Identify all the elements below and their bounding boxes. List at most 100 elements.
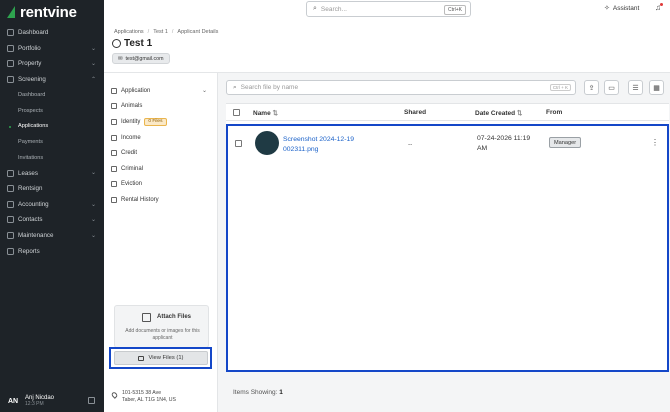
sidebar-sub-invitations[interactable]: Invitations [0, 150, 104, 166]
table-footer: Items Showing: 1 [226, 383, 669, 412]
chevron-down-icon: ⌄ [201, 88, 207, 94]
sidebar-sub-dashboard[interactable]: Dashboard [0, 87, 104, 103]
chevron-down-icon: ⌄ [90, 170, 96, 177]
file-search-shortcut: Ctrl + K [549, 84, 571, 91]
chevron-down-icon: ⌄ [90, 232, 96, 239]
paw-icon [111, 103, 117, 110]
portfolio-icon [7, 44, 14, 52]
collapse-sidebar-icon[interactable] [88, 397, 95, 404]
sidebar-sub-prospects[interactable]: Prospects [0, 103, 104, 119]
column-shared: Shared [404, 109, 427, 116]
breadcrumb-separator: / [147, 29, 150, 35]
applicant-section-panel: Application ⌄ Animals Identity 0 Files Inc… [104, 73, 217, 412]
sidebar-item-rentsign[interactable]: Rentsign [0, 181, 104, 197]
table-row[interactable]: Screenshot 2024-12-19 002311.png -- 07-2… [228, 126, 667, 166]
property-address: 101-5315 38 Ave Taber, AL T1G 1N4, US [110, 390, 176, 404]
attach-files-card[interactable]: Attach Files Add documents or images for… [114, 305, 209, 348]
brand-logo[interactable]: rentvine [7, 4, 77, 21]
menu-item-identity[interactable]: Identity 0 Files [111, 114, 211, 130]
global-search-input[interactable]: ⌕ Search... Ctrl+K [306, 1, 471, 17]
breadcrumb: Applications / Test 1/Applicant Details [114, 29, 218, 35]
rentvine-logo-icon [7, 6, 19, 18]
address-line-2: Taber, AL T1G 1N4, US [122, 397, 176, 403]
menu-item-application[interactable]: Application ⌄ [111, 83, 211, 99]
view-files-button[interactable]: View Files (1) [114, 351, 208, 365]
select-all-checkbox[interactable] [233, 109, 240, 116]
chevron-up-icon: ⌃ [90, 76, 96, 83]
column-name[interactable]: Name ⇅ [253, 109, 278, 117]
file-date: 07-24-2026 11:19 AM [477, 135, 531, 152]
rentsign-icon [7, 185, 14, 193]
grid-view-button[interactable]: ▦ [649, 80, 664, 95]
view-files-highlight: View Files (1) [109, 347, 212, 369]
sidebar-item-screening[interactable]: Screening ⌃ [0, 72, 104, 88]
search-shortcut: Ctrl+K [443, 4, 466, 15]
files-panel: ⌕ Search file by name Ctrl + K ⇪ ▭ ☰ ▦ N… [217, 73, 670, 412]
menu-item-rental-history[interactable]: Rental History [111, 192, 211, 208]
file-search-placeholder: Search file by name [240, 84, 299, 91]
chevron-down-icon: ⌄ [90, 61, 96, 68]
table-header: Name ⇅ Shared Date Created ⇅ From [226, 104, 669, 121]
notification-dot [660, 3, 663, 6]
person-icon [112, 39, 121, 48]
sidebar-item-accounting[interactable]: Accounting ⌄ [0, 197, 104, 213]
menu-item-income[interactable]: Income [111, 130, 211, 146]
sidebar-sub-applications[interactable]: Applications [0, 119, 104, 135]
more-options-icon[interactable]: ⋮ [651, 138, 659, 147]
email-chip[interactable]: ✉ test@gmail.com [112, 53, 170, 64]
column-date-created[interactable]: Date Created ⇅ [475, 109, 522, 117]
folder-button[interactable]: ▭ [604, 80, 619, 95]
upload-icon: ⇪ [588, 84, 595, 92]
menu-item-eviction[interactable]: Eviction [111, 177, 211, 193]
sidebar-item-dashboard[interactable]: Dashboard [0, 25, 104, 41]
breadcrumb-applications[interactable]: Applications [114, 29, 144, 35]
user-info: Anj Nicdao 12:3 PM [25, 395, 54, 407]
mail-icon: ✉ [118, 55, 123, 62]
avatar: AN [7, 397, 19, 405]
menu-item-criminal[interactable]: Criminal [111, 161, 211, 177]
page-title: Test 1 [112, 38, 152, 49]
folder-icon [138, 355, 145, 361]
files-table: Name ⇅ Shared Date Created ⇅ From Screen… [226, 103, 669, 372]
menu-item-credit[interactable]: Credit [111, 145, 211, 161]
upload-icon [142, 313, 151, 322]
file-row-highlight: Screenshot 2024-12-19 002311.png -- 07-2… [226, 124, 669, 372]
sidebar-item-reports[interactable]: Reports [0, 243, 104, 259]
global-search-placeholder: Search... [320, 5, 347, 13]
rental-history-icon [111, 196, 117, 203]
sidebar-item-maintenance[interactable]: Maintenance ⌄ [0, 228, 104, 244]
breadcrumb-current: Applicant Details [177, 29, 219, 35]
assistant-button[interactable]: ✧ Assistant [604, 4, 639, 13]
sort-icon: ⇅ [272, 110, 278, 117]
location-pin-icon [110, 391, 119, 399]
file-name-link[interactable]: Screenshot 2024-12-19 002311.png [283, 135, 373, 155]
sidebar-item-property[interactable]: Property ⌄ [0, 56, 104, 72]
sidebar-item-leases[interactable]: Leases ⌄ [0, 165, 104, 181]
file-thumbnail [255, 131, 279, 155]
contacts-icon [7, 216, 14, 224]
chevron-down-icon: ⌄ [90, 45, 96, 52]
sidebar-sub-payments[interactable]: Payments [0, 134, 104, 150]
search-icon: ⌕ [233, 83, 237, 91]
accounting-icon [7, 200, 14, 208]
chevron-down-icon: ⌄ [90, 201, 96, 208]
file-search-input[interactable]: ⌕ Search file by name Ctrl + K [226, 80, 576, 95]
sidebar-item-contacts[interactable]: Contacts ⌄ [0, 212, 104, 228]
email-text: test@gmail.com [125, 55, 164, 62]
id-card-icon [111, 118, 117, 125]
criminal-icon [111, 165, 117, 172]
row-checkbox[interactable] [235, 140, 242, 147]
applicant-menu: Application ⌄ Animals Identity 0 Files Inc… [111, 83, 211, 208]
list-view-button[interactable]: ☰ [628, 80, 643, 95]
address-lines: 101-5315 38 Ave Taber, AL T1G 1N4, US [122, 390, 176, 404]
user-profile[interactable]: AN Anj Nicdao 12:3 PM [0, 390, 104, 412]
application-icon [111, 87, 117, 94]
sidebar-item-portfolio[interactable]: Portfolio ⌄ [0, 41, 104, 57]
upload-button[interactable]: ⇪ [584, 80, 599, 95]
address-line-1: 101-5315 38 Ave [122, 390, 162, 396]
page-title-text: Test 1 [124, 38, 153, 49]
breadcrumb-test1[interactable]: Test 1 [153, 29, 168, 35]
chevron-down-icon: ⌄ [90, 217, 96, 224]
menu-item-animals[interactable]: Animals [111, 99, 211, 115]
file-shared: -- [408, 141, 413, 148]
